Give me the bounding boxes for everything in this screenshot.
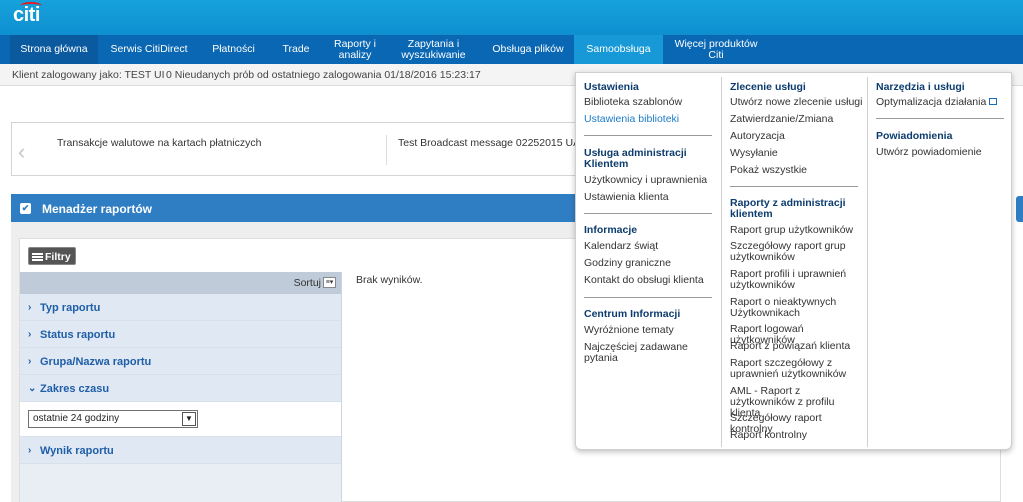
menu-column-3: Narzędzia i usługi Optymalizacja działan… [867,77,1012,447]
chevron-down-icon[interactable]: ▼ [182,412,196,426]
chevron-right-icon: › [28,445,32,456]
menu-group-title: Informacje [584,224,638,236]
sort-label[interactable]: Sortuj [294,277,321,289]
nav-reports[interactable]: Raporty i analizy [325,35,385,64]
divider [584,213,712,214]
menu-group-title: Centrum Informacji [584,308,681,320]
menu-item[interactable]: Biblioteka szablonów [584,97,682,108]
nav-file-services[interactable]: Obsługa plików [482,35,574,64]
nav-payments[interactable]: Płatności [200,35,267,64]
no-results-text: Brak wyników. [356,274,423,286]
filters-sidebar: Sortuj ≡▾ › Typ raportu › Status raportu… [20,272,342,502]
menu-group-title: Powiadomienia [876,130,953,142]
collapse-checkbox-icon[interactable]: ✔ [20,203,31,214]
chevron-right-icon: › [28,302,32,313]
chevron-down-icon: ⌄ [28,383,37,394]
divider [876,118,1004,119]
menu-item[interactable]: Najczęściej zadawane pytania [584,342,721,364]
menu-item[interactable]: Godziny graniczne [584,258,671,269]
menu-item[interactable]: Wyróżnione tematy [584,325,674,336]
menu-item[interactable]: Raport szczegółowy z uprawnień użytkowni… [730,358,855,380]
menu-item[interactable]: Optymalizacja działania [876,97,998,108]
menu-group-title: Narzędzia i usługi [876,81,965,93]
menu-icon [32,253,43,261]
menu-item[interactable]: Zatwierdzanie/Zmiana [730,114,833,125]
nav-trade[interactable]: Trade [267,35,325,64]
menu-item[interactable]: Utwórz nowe zlecenie usługi [730,97,862,108]
report-manager-header: ✔ Menadżer raportów [11,194,601,222]
menu-group-title: Usługa administracji Klientem [584,147,687,170]
divider [584,297,712,298]
logged-as-text: Klient zalogowany jako: TEST UI [12,69,165,81]
menu-item[interactable]: Ustawienia klienta [584,192,669,203]
main-nav: Strona główna Serwis CitiDirect Płatnośc… [0,35,1023,64]
menu-item[interactable]: Utwórz powiadomienie [876,147,982,158]
broadcast-message-1[interactable]: Transakcje walutowe na kartach płatniczy… [57,137,261,149]
menu-item[interactable]: Kalendarz świąt [584,241,658,252]
menu-item[interactable]: Kontakt do obsługi klienta [584,275,704,286]
sort-menu-icon[interactable]: ≡▾ [323,277,336,288]
divider [730,186,858,187]
menu-item[interactable]: Użytkownicy i uprawnienia [584,175,707,186]
divider [584,135,712,136]
facet-report-status[interactable]: › Status raportu [20,321,341,348]
broadcast-message-2[interactable]: Test Broadcast message 02252015 UAT [398,137,586,149]
menu-item[interactable]: Raport grup użytkowników [730,225,853,236]
time-range-body: ostatnie 24 godziny ▼ [20,402,341,437]
side-tab-handle[interactable] [1016,196,1023,222]
menu-group-title: Raporty z administracji klientem [730,197,846,220]
facet-time-range[interactable]: ⌄ Zakres czasu [20,375,341,402]
filters-button[interactable]: Filtry [28,247,76,265]
menu-item[interactable]: Raport profili i uprawnień użytkowników [730,269,855,291]
external-window-icon [989,98,998,105]
facet-report-result[interactable]: › Wynik raportu [20,437,341,464]
top-bar: citi [0,0,1023,35]
failed-logins-text: 0 Nieudanych prób od ostatniego zalogowa… [166,69,481,81]
chevron-right-icon: › [28,329,32,340]
menu-group-title: Zlecenie usługi [730,81,806,93]
menu-item[interactable]: Raport z powiązań klienta [730,341,850,352]
nav-citidirect[interactable]: Serwis CitiDirect [98,35,200,64]
nav-more-products[interactable]: Więcej produktów Citi [663,35,769,64]
menu-item[interactable]: Raport o nieaktywnych Użytkownikach [730,297,855,319]
nav-home[interactable]: Strona główna [10,35,98,64]
chevron-left-icon[interactable]: ‹ [18,139,25,165]
sort-header: Sortuj ≡▾ [20,272,341,294]
menu-group-title: Ustawienia [584,81,639,93]
report-manager-title: Menadżer raportów [42,202,153,216]
chevron-right-icon: › [28,356,32,367]
nav-self-service[interactable]: Samoobsługa [574,35,663,64]
self-service-mega-menu: Ustawienia Biblioteka szablonów Ustawien… [575,72,1012,450]
citi-logo[interactable]: citi [13,4,40,27]
menu-column-2: Zlecenie usługi Utwórz nowe zlecenie usł… [721,77,867,447]
facet-report-group[interactable]: › Grupa/Nazwa raportu [20,348,341,375]
nav-inquiries[interactable]: Zapytania i wyszukiwanie [385,35,482,64]
menu-item[interactable]: Szczegółowy raport grup użytkowników [730,241,855,263]
menu-item[interactable]: Pokaż wszystkie [730,165,807,176]
broadcast-carousel: ‹ Transakcje walutowe na kartach płatnic… [11,122,601,176]
facet-report-type[interactable]: › Typ raportu [20,294,341,321]
menu-item[interactable]: Ustawienia biblioteki [584,114,679,125]
divider [386,135,387,165]
menu-item[interactable]: Wysyłanie [730,148,778,159]
time-range-select[interactable]: ostatnie 24 godziny ▼ [28,410,198,428]
menu-item[interactable]: Autoryzacja [730,131,785,142]
menu-item[interactable]: Raport kontrolny [730,430,807,441]
